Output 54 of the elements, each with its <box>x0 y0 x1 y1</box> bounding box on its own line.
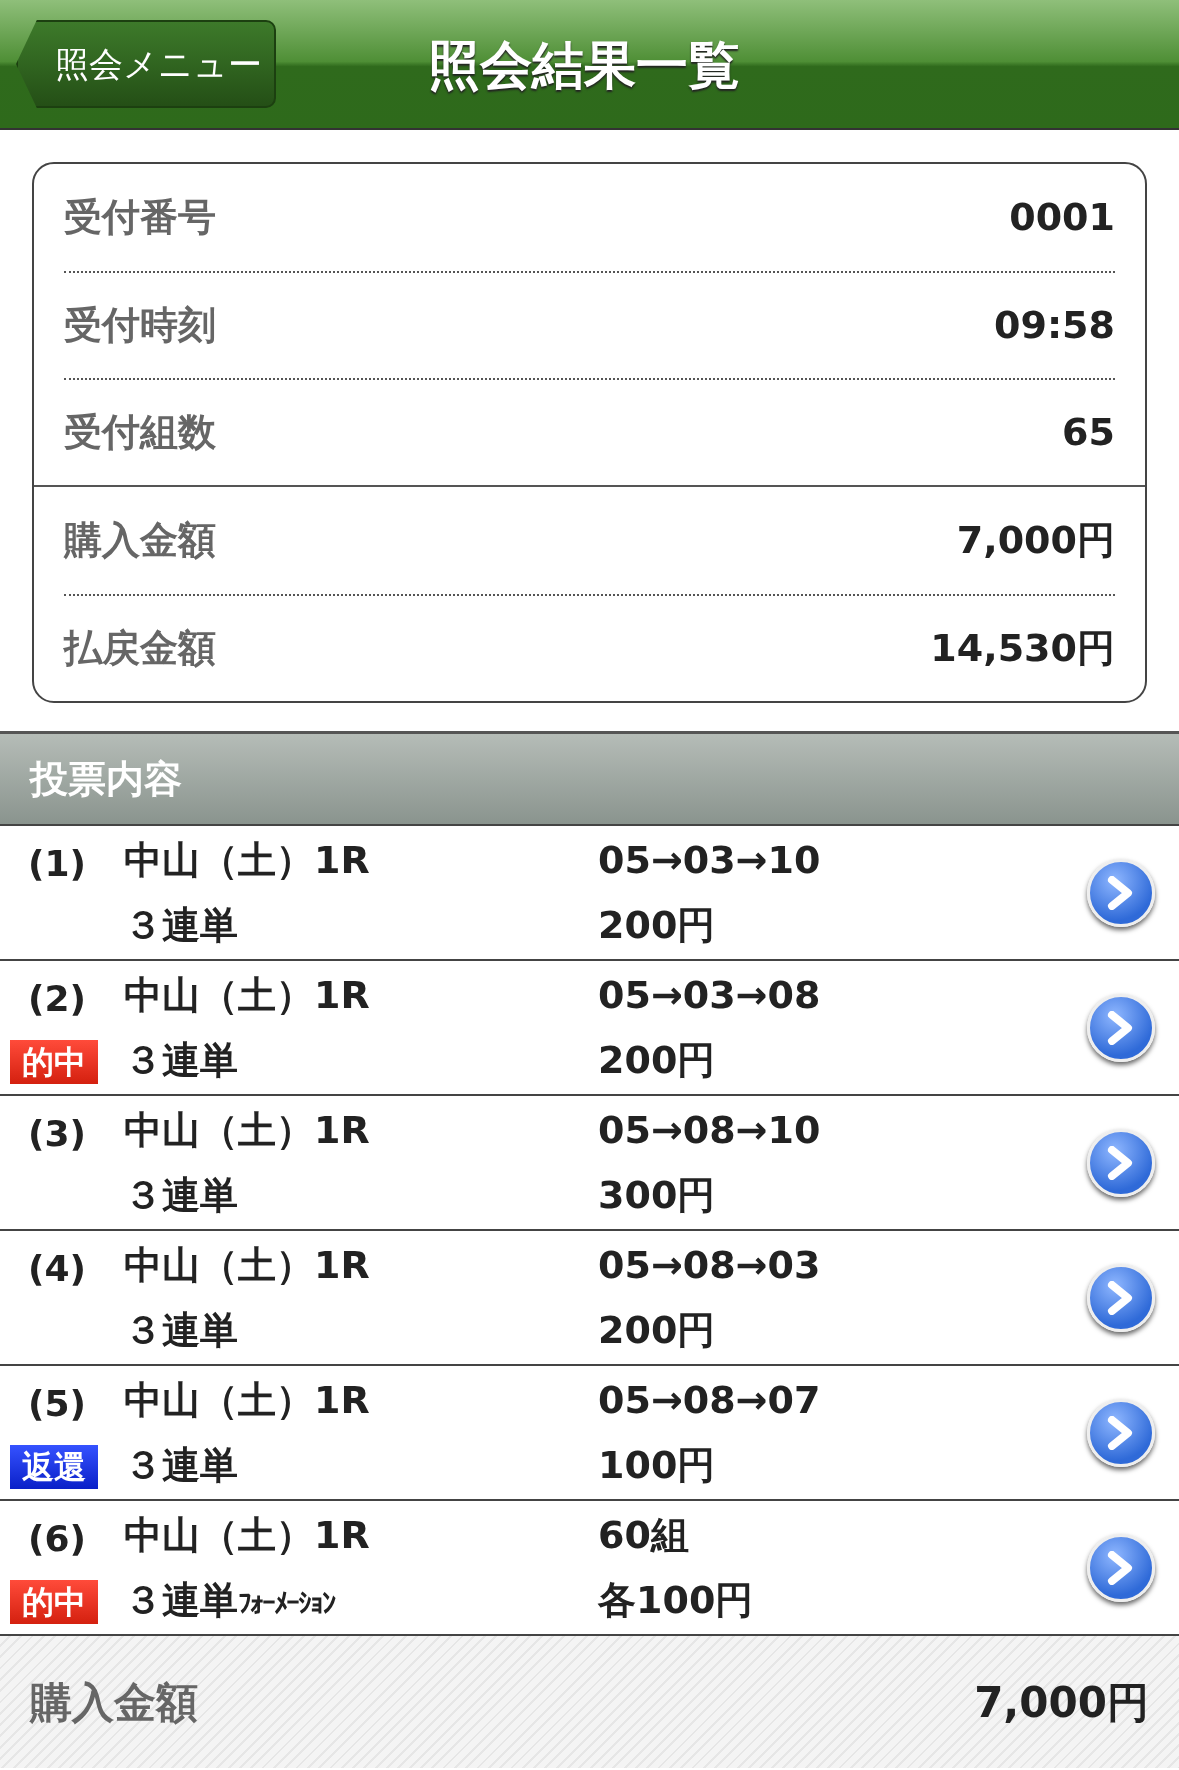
bet-amount: 300円 <box>598 1171 717 1219</box>
bet-amount: 各100円 <box>598 1576 755 1624</box>
race-name: 中山（土）1R <box>124 1511 371 1559</box>
summary-label: 受付番号 <box>64 194 216 241</box>
detail-button[interactable] <box>1087 1533 1155 1602</box>
summary-label: 受付時刻 <box>64 302 216 349</box>
bet-combination: 05→08→03 <box>598 1241 822 1289</box>
refund-tag: 返還 <box>10 1444 98 1489</box>
summary-value: 14,530円 <box>930 625 1115 672</box>
bet-type: ３連単 <box>124 1306 239 1354</box>
total-value: 7,000円 <box>974 1676 1149 1729</box>
summary-value: 7,000円 <box>956 517 1115 564</box>
bet-number: (3) <box>27 1111 86 1156</box>
bet-number: (1) <box>27 841 86 886</box>
bet-amount: 100円 <box>598 1441 717 1489</box>
bet-number: (2) <box>27 976 86 1021</box>
bet-type: ３連単 <box>124 1171 239 1219</box>
back-button[interactable]: 照会メニュー <box>16 20 276 108</box>
summary-value: 0001 <box>1009 194 1115 241</box>
race-name: 中山（土）1R <box>124 971 371 1019</box>
detail-button[interactable] <box>1087 1128 1155 1197</box>
bet-combination: 05→08→10 <box>598 1106 822 1154</box>
bet-type: ３連単 <box>124 901 239 949</box>
bet-amount: 200円 <box>598 901 717 949</box>
detail-button[interactable] <box>1087 1263 1155 1332</box>
summary-label: 払戻金額 <box>64 625 216 672</box>
race-name: 中山（土）1R <box>124 1106 371 1154</box>
bet-amount: 200円 <box>598 1036 717 1084</box>
summary-value: 65 <box>1062 409 1115 456</box>
bet-number: (6) <box>27 1516 86 1561</box>
section-header: 投票内容 <box>0 731 1179 826</box>
hit-tag: 的中 <box>10 1579 98 1624</box>
race-name: 中山（土）1R <box>124 1376 371 1424</box>
bet-type: ３連単ﾌｫｰﾒｰｼｮﾝ <box>124 1576 336 1624</box>
race-name: 中山（土）1R <box>124 836 371 884</box>
bet-combination: 05→03→10 <box>598 836 822 884</box>
bet-combination: 05→08→07 <box>598 1376 822 1424</box>
bet-type: ３連単 <box>124 1036 239 1084</box>
total-label: 購入金額 <box>30 1676 198 1729</box>
summary-label: 受付組数 <box>64 409 216 456</box>
bet-type: ３連単 <box>124 1441 239 1489</box>
bet-number: (5) <box>27 1381 86 1426</box>
bet-combination: 60組 <box>598 1511 690 1559</box>
summary-value: 09:58 <box>994 302 1115 349</box>
detail-button[interactable] <box>1087 858 1155 927</box>
detail-button[interactable] <box>1087 993 1155 1062</box>
bet-amount: 200円 <box>598 1306 717 1354</box>
hit-tag: 的中 <box>10 1039 98 1084</box>
bet-combination: 05→03→08 <box>598 971 822 1019</box>
detail-button[interactable] <box>1087 1398 1155 1467</box>
race-name: 中山（土）1R <box>124 1241 371 1289</box>
page-title: 照会結果一覧 <box>428 34 740 97</box>
summary-label: 購入金額 <box>64 517 216 564</box>
bet-number: (4) <box>27 1246 86 1291</box>
